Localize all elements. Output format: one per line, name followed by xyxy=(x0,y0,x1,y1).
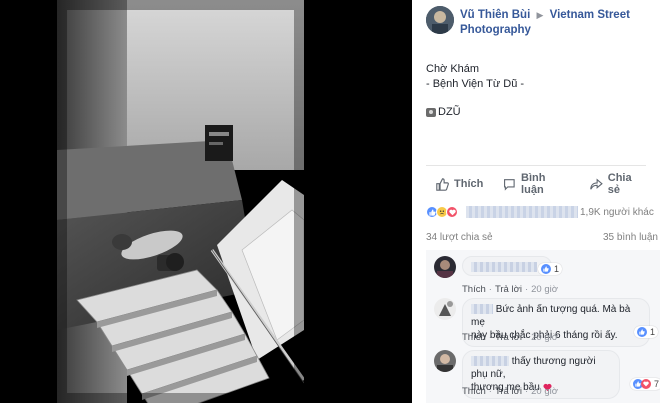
like-button[interactable]: Thích xyxy=(426,170,493,198)
post-photo[interactable] xyxy=(57,0,304,403)
author-line: Vũ Thiên Bùi ▶ Vietnam Street Photograph… xyxy=(460,8,660,38)
comment-like-link[interactable]: Thích xyxy=(462,284,486,295)
comment-item: 1 Thích · Trả lời · 20 giờ xyxy=(434,256,656,296)
like-reaction-icon xyxy=(637,327,647,337)
comment-links: Thích · Trả lời · 20 giờ xyxy=(462,284,558,295)
post-text-line-2: - Bệnh Viện Từ Dũ - xyxy=(426,78,525,90)
post-text-line-1: Chờ Khám xyxy=(426,63,480,75)
comment-like-count: 7 xyxy=(654,379,660,389)
comment-button[interactable]: Bình luận xyxy=(493,170,580,198)
commenter-avatar[interactable] xyxy=(434,350,456,372)
post-stats: 34 lượt chia sẻ 35 bình luận xyxy=(426,232,658,243)
share-button[interactable]: Chia sẻ xyxy=(580,170,656,198)
comment-like-link[interactable]: Thích xyxy=(462,332,486,343)
photo-viewer xyxy=(0,0,412,403)
post-panel: Vũ Thiên Bùi ▶ Vietnam Street Photograph… xyxy=(412,0,660,403)
commenter-avatar[interactable] xyxy=(434,298,456,320)
comment-item: Bức ảnh ấn tượng quá. Mà bà mẹ này bầu c… xyxy=(434,298,659,350)
like-label: Thích xyxy=(454,178,484,190)
like-reaction-icon xyxy=(541,264,551,274)
share-arrow-icon xyxy=(590,178,603,190)
comment-reply-link[interactable]: Trả lời xyxy=(495,332,522,343)
reaction-count: 1,9K người khác xyxy=(580,206,654,218)
arrow-right-icon: ▶ xyxy=(536,10,544,20)
divider xyxy=(426,165,646,166)
share-label: Chia sẻ xyxy=(607,172,632,196)
post-signature: DZŨ xyxy=(426,105,524,120)
post-header: Vũ Thiên Bùi ▶ Vietnam Street Photograph… xyxy=(426,4,656,38)
comment-like-count: 1 xyxy=(554,264,560,274)
comment-links: Thích · Trả lời · 20 giờ xyxy=(462,332,558,343)
comment-like-count: 1 xyxy=(650,327,656,337)
comment-time[interactable]: 20 giờ xyxy=(531,386,558,397)
camera-emoji-icon xyxy=(426,108,436,117)
comment-like-badge[interactable]: 1 xyxy=(538,263,563,275)
signature-text: DZŨ xyxy=(438,106,461,118)
author-avatar[interactable] xyxy=(426,6,454,34)
comment-links: Thích · Trả lời · 20 giờ xyxy=(462,386,558,397)
comment-like-badge[interactable]: 7 xyxy=(630,378,660,390)
commenter-name-blurred[interactable] xyxy=(471,304,493,315)
blurred-names xyxy=(466,206,578,218)
thumbs-up-icon xyxy=(436,177,449,191)
comment-count-link[interactable]: 35 bình luận xyxy=(603,232,658,243)
comment-bubble-icon xyxy=(504,178,516,191)
post-actions: Thích Bình luận Chia sẻ xyxy=(426,170,656,198)
comment-reply-link[interactable]: Trả lời xyxy=(495,386,522,397)
share-count-link[interactable]: 34 lượt chia sẻ xyxy=(426,232,493,243)
love-reaction-icon xyxy=(446,206,458,218)
comment-time[interactable]: 20 giờ xyxy=(531,332,558,343)
commenter-name-blurred[interactable] xyxy=(471,262,537,273)
comment-reply-link[interactable]: Trả lời xyxy=(495,284,522,295)
post-text: Chờ Khám - Bệnh Viện Từ Dũ - DZŨ xyxy=(426,62,524,120)
reactions-summary[interactable]: 1,9K người khác xyxy=(426,202,660,222)
comment-item: thấy thương người phụ nữ, thương mẹ bầu … xyxy=(434,350,660,402)
commenter-name-blurred[interactable] xyxy=(471,356,509,367)
comment-time[interactable]: 20 giờ xyxy=(531,284,558,295)
author-name-link[interactable]: Vũ Thiên Bùi xyxy=(460,9,530,21)
comment-text-line-1: Bức ảnh ấn tượng quá. Mà bà mẹ xyxy=(471,304,631,328)
commenter-avatar[interactable] xyxy=(434,256,456,278)
comments-section: 1 Thích · Trả lời · 20 giờ Bức ảnh ấn tượng … xyxy=(426,250,660,403)
love-reaction-icon xyxy=(641,379,651,389)
comment-like-link[interactable]: Thích xyxy=(462,386,486,397)
comment-label: Bình luận xyxy=(521,172,546,196)
comment-like-badge[interactable]: 1 xyxy=(634,326,659,338)
